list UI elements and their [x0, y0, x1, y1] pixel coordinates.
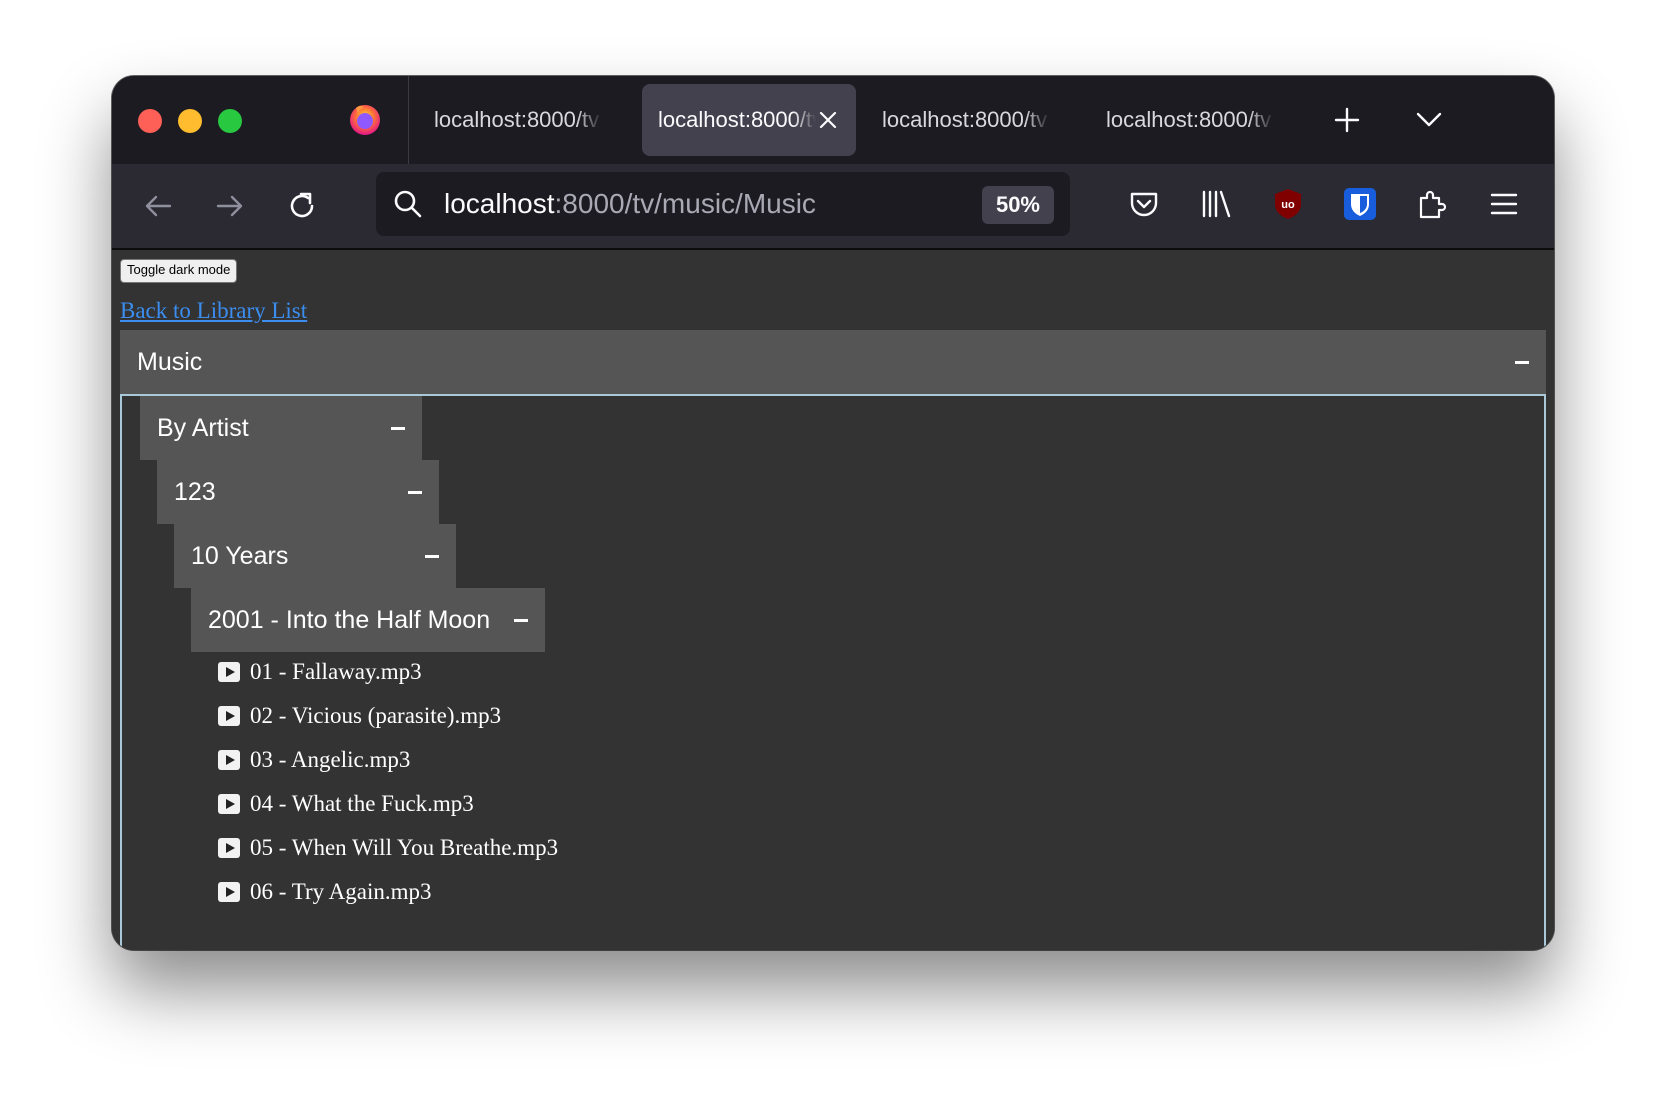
folder-album[interactable]: 2001 - Into the Half Moon [191, 588, 545, 652]
track-name: 05 - When Will You Breathe.mp3 [250, 835, 559, 860]
play-icon[interactable] [218, 749, 240, 770]
pocket-icon[interactable] [1126, 186, 1162, 222]
url-path: :8000/tv/music/Music [554, 188, 816, 219]
zoom-level-badge[interactable]: 50% [981, 186, 1054, 224]
track-name: 06 - Try Again.mp3 [250, 879, 432, 904]
track-item[interactable]: 01 - Fallaway.mp3 [218, 657, 422, 687]
tab-4[interactable]: localhost:8000/tv [1090, 84, 1304, 156]
window-maximize-button[interactable] [218, 109, 242, 133]
track-item[interactable]: 06 - Try Again.mp3 [218, 877, 431, 907]
svg-text:uo: uo [1281, 199, 1295, 211]
folder-label: 2001 - Into the Half Moon [208, 606, 491, 634]
extensions-puzzle-icon[interactable] [1414, 186, 1450, 222]
tab-2-active[interactable]: localhost:8000/tv [642, 84, 856, 156]
tab-3[interactable]: localhost:8000/tv [866, 84, 1080, 156]
navigation-toolbar: localhost:8000/tv/music/Music 50% uo [112, 164, 1554, 250]
play-icon[interactable] [218, 661, 240, 682]
search-icon [394, 190, 422, 218]
window-close-button[interactable] [138, 109, 162, 133]
folder-label: 123 [174, 478, 216, 506]
play-icon[interactable] [218, 793, 240, 814]
section-title: Music [137, 348, 203, 376]
track-name: 04 - What the Fuck.mp3 [250, 791, 474, 816]
browser-window: localhost:8000/tv localhost:8000/tv loca… [112, 76, 1554, 950]
url-text[interactable]: localhost:8000/tv/music/Music [444, 172, 816, 236]
library-icon[interactable] [1198, 186, 1234, 222]
close-icon[interactable] [818, 110, 838, 130]
play-icon[interactable] [218, 881, 240, 902]
collapse-minus-icon[interactable] [391, 427, 405, 430]
collapse-minus-icon[interactable] [408, 491, 422, 494]
hamburger-menu-icon[interactable] [1486, 186, 1522, 222]
track-item[interactable]: 04 - What the Fuck.mp3 [218, 789, 474, 819]
back-arrow-icon[interactable] [142, 190, 174, 222]
tab-1[interactable]: localhost:8000/tv [418, 84, 632, 156]
plus-icon[interactable] [1334, 107, 1360, 133]
url-host: localhost [444, 188, 555, 219]
folder-label: By Artist [157, 414, 249, 442]
collapse-minus-icon[interactable] [514, 619, 528, 622]
track-item[interactable]: 03 - Angelic.mp3 [218, 745, 410, 775]
tab-separator [408, 76, 409, 164]
music-section-header[interactable]: Music [120, 330, 1546, 394]
collapse-minus-icon[interactable] [1515, 361, 1529, 364]
folder-10-years[interactable]: 10 Years [174, 524, 456, 588]
back-to-library-link[interactable]: Back to Library List [120, 298, 307, 324]
folder-by-artist[interactable]: By Artist [140, 396, 422, 460]
tab-title: localhost:8000/tv [882, 107, 1048, 132]
address-bar[interactable]: localhost:8000/tv/music/Music 50% [376, 172, 1070, 236]
reload-icon[interactable] [286, 190, 318, 222]
track-item[interactable]: 05 - When Will You Breathe.mp3 [218, 833, 558, 863]
page-content: Toggle dark mode Back to Library List Mu… [112, 250, 1554, 950]
forward-arrow-icon[interactable] [214, 190, 246, 222]
ublock-origin-icon[interactable]: uo [1270, 186, 1306, 222]
bitwarden-icon[interactable] [1342, 186, 1378, 222]
music-section-body: By Artist 123 10 Years 2001 - Into the H… [120, 394, 1546, 950]
tab-title: localhost:8000/tv [658, 107, 816, 132]
track-name: 02 - Vicious (parasite).mp3 [250, 703, 502, 728]
folder-123[interactable]: 123 [157, 460, 439, 524]
track-item[interactable]: 02 - Vicious (parasite).mp3 [218, 701, 501, 731]
track-name: 03 - Angelic.mp3 [250, 747, 411, 772]
tab-title: localhost:8000/tv [434, 107, 600, 132]
collapse-minus-icon[interactable] [425, 555, 439, 558]
play-icon[interactable] [218, 837, 240, 858]
tab-strip: localhost:8000/tv localhost:8000/tv loca… [112, 76, 1554, 164]
track-name: 01 - Fallaway.mp3 [250, 659, 422, 684]
toggle-dark-mode-button[interactable]: Toggle dark mode [120, 259, 238, 283]
folder-label: 10 Years [191, 542, 289, 570]
tab-title: localhost:8000/tv [1106, 107, 1272, 132]
chevron-down-icon[interactable] [1416, 108, 1442, 130]
play-icon[interactable] [218, 705, 240, 726]
firefox-logo-icon [350, 105, 380, 135]
window-minimize-button[interactable] [178, 109, 202, 133]
